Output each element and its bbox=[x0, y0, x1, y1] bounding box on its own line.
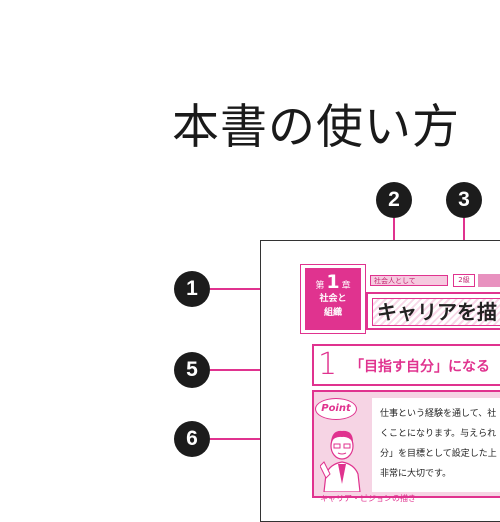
point-line: くことになります。与えられ bbox=[380, 429, 497, 439]
point-line: 非常に大切です。 bbox=[380, 469, 452, 479]
category-tag: 社会人として bbox=[370, 275, 448, 286]
chapter-number: 1 bbox=[326, 271, 340, 293]
page-title: 本書の使い方 bbox=[172, 100, 460, 155]
point-line: 分」を目標として設定した上 bbox=[380, 449, 497, 459]
callout-badge-5: 5 bbox=[174, 352, 210, 388]
callout-badge-3: 3 bbox=[446, 182, 482, 218]
point-text: 仕事という経験を通して、社 くことになります。与えられ 分」を目標として設定した… bbox=[372, 398, 500, 492]
point-line: 仕事という経験を通して、社 bbox=[380, 409, 497, 419]
chapter-name-2: 組織 bbox=[323, 308, 342, 318]
callout-badge-6: 6 bbox=[174, 421, 210, 457]
header-bar bbox=[478, 274, 500, 287]
callout-badge-1: 1 bbox=[174, 271, 210, 307]
chapter-prefix: 第 bbox=[315, 281, 325, 291]
section-title: 「目指す自分」になる bbox=[350, 359, 490, 375]
businessman-illustration bbox=[320, 430, 361, 492]
chapter-tab: 第 1 章 社会と 組織 bbox=[305, 268, 361, 330]
chapter-name-1: 社会と bbox=[319, 294, 347, 304]
level-tag: 2級 bbox=[453, 274, 475, 287]
point-bubble: Point bbox=[315, 398, 357, 420]
chapter-heading: キャリアを描 bbox=[372, 298, 500, 326]
callout-badge-2: 2 bbox=[376, 182, 412, 218]
section-number: 1 bbox=[318, 347, 338, 382]
chapter-suffix: 章 bbox=[341, 281, 351, 291]
bottom-fragment: キャリア・ビジョンの描き bbox=[320, 494, 416, 503]
